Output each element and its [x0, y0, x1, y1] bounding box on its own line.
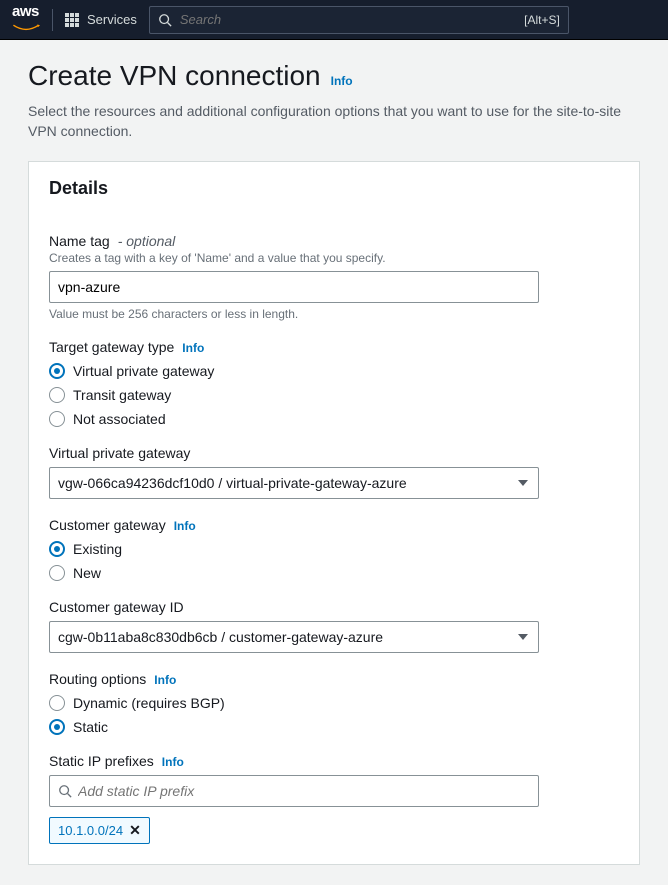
radio-tgw-label: Transit gateway	[73, 387, 171, 403]
radio-virtual-private-gateway[interactable]	[49, 363, 65, 379]
prefix-chip: 10.1.0.0/24 ✕	[49, 817, 150, 844]
page-info-link[interactable]: Info	[331, 74, 353, 88]
search-icon	[158, 13, 172, 27]
radio-dynamic-label: Dynamic (requires BGP)	[73, 695, 225, 711]
vpg-select[interactable]: vgw-066ca94236dcf10d0 / virtual-private-…	[49, 467, 539, 499]
static-prefix-info[interactable]: Info	[162, 755, 184, 769]
name-tag-input[interactable]	[49, 271, 539, 303]
cgw-select-value: cgw-0b11aba8c830db6cb / customer-gateway…	[58, 629, 383, 645]
customer-gateway-field: Customer gateway Info Existing New	[49, 517, 619, 581]
prefix-chip-text: 10.1.0.0/24	[58, 823, 123, 838]
page-content: Create VPN connection Info Select the re…	[0, 40, 668, 885]
static-prefix-field: Static IP prefixes Info 10.1.0.0/24 ✕	[49, 753, 619, 844]
cgw-id-label: Customer gateway ID	[49, 599, 184, 615]
static-prefix-input-wrap[interactable]	[49, 775, 539, 807]
radio-new-label: New	[73, 565, 101, 581]
radio-vpg-label: Virtual private gateway	[73, 363, 214, 379]
search-input[interactable]	[180, 12, 516, 27]
radio-cgw-existing[interactable]	[49, 541, 65, 557]
vpg-select-field: Virtual private gateway vgw-066ca94236dc…	[49, 445, 619, 499]
radio-not-associated[interactable]	[49, 411, 65, 427]
name-tag-sub: Creates a tag with a key of 'Name' and a…	[49, 251, 619, 265]
chip-remove-icon[interactable]: ✕	[129, 822, 141, 839]
search-shortcut-hint: [Alt+S]	[524, 13, 560, 27]
top-nav: aws Services [Alt+S]	[0, 0, 668, 40]
radio-routing-dynamic[interactable]	[49, 695, 65, 711]
radio-existing-label: Existing	[73, 541, 122, 557]
aws-smile-icon	[12, 23, 40, 33]
customer-gateway-info[interactable]: Info	[174, 519, 196, 533]
radio-cgw-new[interactable]	[49, 565, 65, 581]
target-gateway-label: Target gateway type	[49, 339, 174, 355]
name-tag-label: Name tag	[49, 233, 110, 249]
static-prefix-label: Static IP prefixes	[49, 753, 154, 769]
radio-routing-static[interactable]	[49, 719, 65, 735]
details-card: Details Name tag - optional Creates a ta…	[28, 161, 640, 865]
routing-options-field: Routing options Info Dynamic (requires B…	[49, 671, 619, 735]
vpg-select-value: vgw-066ca94236dcf10d0 / virtual-private-…	[58, 475, 407, 491]
nav-separator	[52, 9, 53, 31]
page-description: Select the resources and additional conf…	[28, 102, 640, 141]
radio-none-label: Not associated	[73, 411, 166, 427]
radio-static-label: Static	[73, 719, 108, 735]
target-gateway-info[interactable]: Info	[182, 341, 204, 355]
cgw-id-field: Customer gateway ID cgw-0b11aba8c830db6c…	[49, 599, 619, 653]
target-gateway-field: Target gateway type Info Virtual private…	[49, 339, 619, 427]
search-icon	[58, 784, 72, 798]
aws-logo[interactable]: aws	[12, 3, 40, 36]
routing-options-info[interactable]: Info	[154, 673, 176, 687]
vpg-select-label: Virtual private gateway	[49, 445, 190, 461]
services-label: Services	[87, 12, 137, 27]
routing-options-label: Routing options	[49, 671, 146, 687]
name-tag-hint: Value must be 256 characters or less in …	[49, 307, 619, 321]
radio-transit-gateway[interactable]	[49, 387, 65, 403]
cgw-select[interactable]: cgw-0b11aba8c830db6cb / customer-gateway…	[49, 621, 539, 653]
page-title: Create VPN connection	[28, 60, 321, 92]
aws-logo-text: aws	[12, 3, 40, 20]
customer-gateway-label: Customer gateway	[49, 517, 166, 533]
name-tag-field: Name tag - optional Creates a tag with a…	[49, 233, 619, 321]
details-header: Details	[49, 178, 619, 199]
static-prefix-input[interactable]	[78, 783, 530, 799]
services-menu-button[interactable]: Services	[65, 12, 137, 27]
grid-icon	[65, 13, 79, 27]
name-tag-optional: - optional	[118, 233, 176, 249]
global-search[interactable]: [Alt+S]	[149, 6, 569, 34]
